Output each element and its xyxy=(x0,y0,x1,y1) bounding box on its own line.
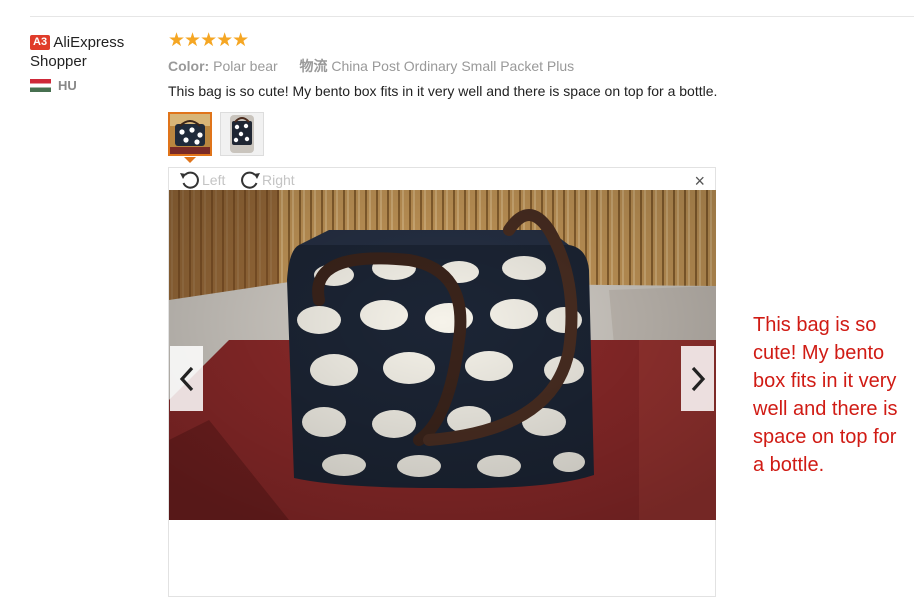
top-divider xyxy=(30,16,914,17)
close-icon[interactable]: × xyxy=(694,171,705,191)
thumbnail-image xyxy=(170,114,210,154)
review-thumbnail-2[interactable] xyxy=(220,112,264,156)
thumbnail-image xyxy=(221,113,263,155)
side-caption: This bag is so cute! My bento box fits i… xyxy=(753,314,898,476)
review-photo xyxy=(169,190,716,520)
image-viewer: Left Right × xyxy=(168,167,716,597)
rotate-left-label: Left xyxy=(202,172,226,188)
reviewer-info: A3 AliExpress Shopper HU xyxy=(30,33,160,93)
chevron-left-icon xyxy=(179,366,193,391)
buyer-level-badge: A3 xyxy=(30,35,51,50)
review-text: This bag is so cute! My bento box fits i… xyxy=(168,83,718,99)
previous-image-button[interactable] xyxy=(170,346,203,411)
review-thumbnail-1[interactable] xyxy=(168,112,212,156)
rotate-right-icon xyxy=(241,171,260,189)
review-photo-image xyxy=(169,190,716,520)
rotate-left-button[interactable]: Left xyxy=(179,170,225,190)
chevron-right-icon xyxy=(691,366,705,391)
rotate-right-button[interactable]: Right xyxy=(239,170,295,190)
selected-thumbnail-indicator xyxy=(184,157,196,163)
color-label: Color: xyxy=(168,58,210,74)
country-code: HU xyxy=(58,78,77,93)
reviewer-country: HU xyxy=(30,78,160,93)
rotate-left-icon xyxy=(180,171,199,189)
color-value: Polar bear xyxy=(213,58,278,74)
shipping-label: 物流 xyxy=(299,58,328,74)
shipping-value: China Post Ordinary Small Packet Plus xyxy=(331,58,575,74)
rotate-right-label: Right xyxy=(262,172,295,188)
reviewer-name-line: A3 AliExpress Shopper xyxy=(30,33,160,71)
order-info: Color: Polar bear 物流 China Post Ordinary… xyxy=(168,56,574,76)
flag-hu-icon xyxy=(30,79,51,92)
next-image-button[interactable] xyxy=(681,346,714,411)
star-rating: ★★★★★ xyxy=(168,30,249,51)
